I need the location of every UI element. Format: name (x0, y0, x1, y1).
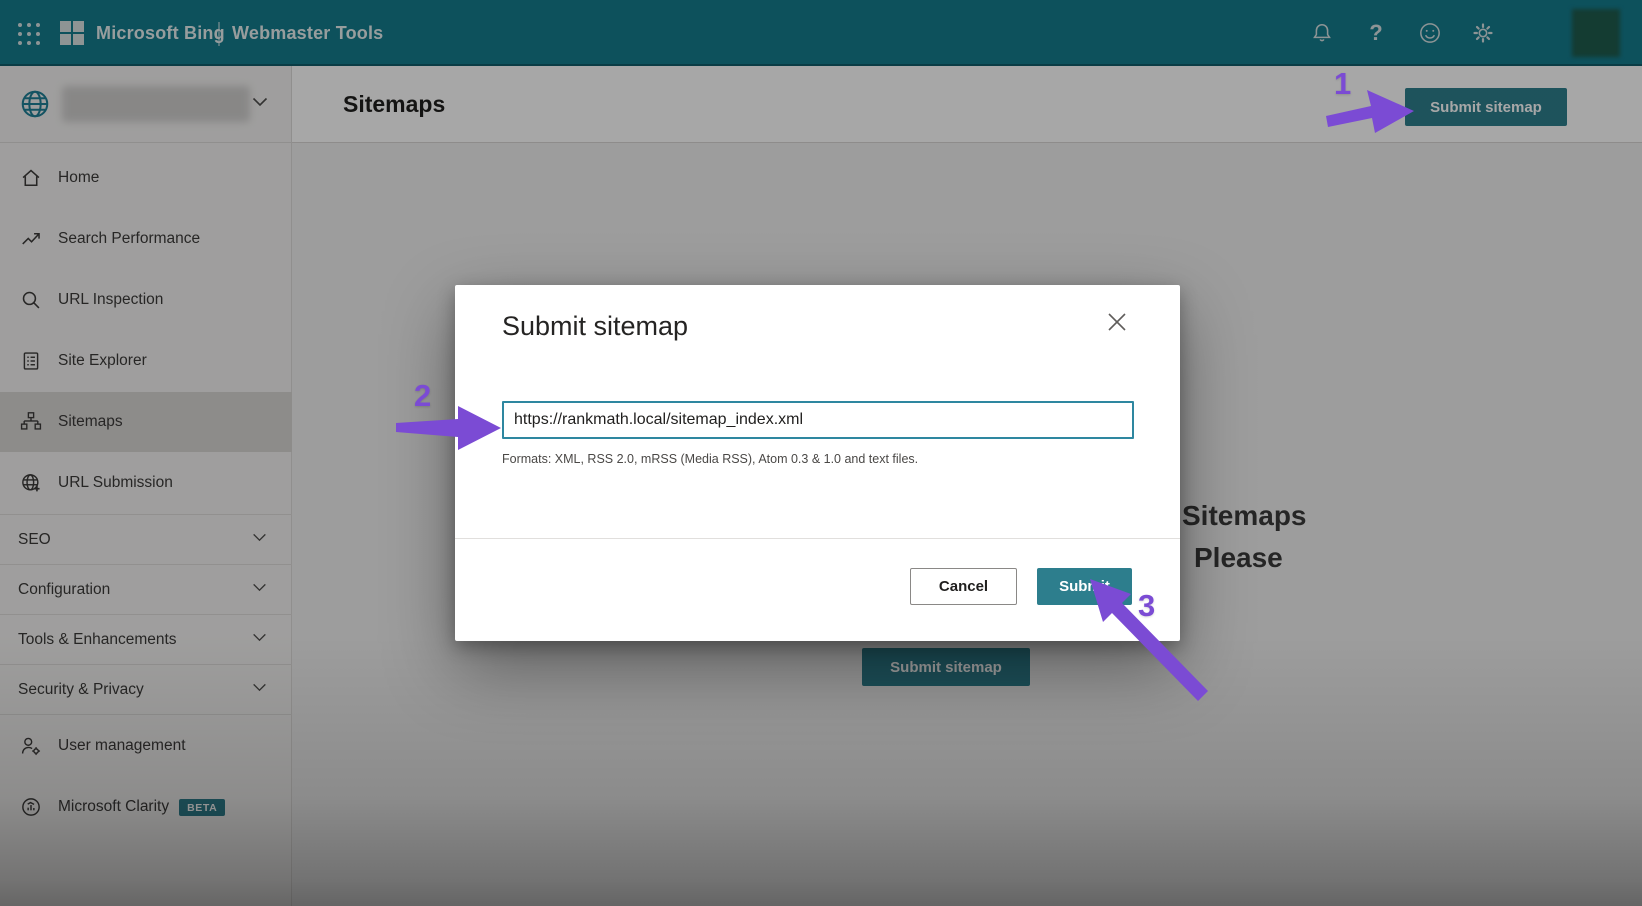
submit-sitemap-dialog: Submit sitemap Formats: XML, RSS 2.0, mR… (455, 285, 1180, 641)
step-number-2: 2 (414, 378, 431, 414)
sitemap-url-input[interactable] (502, 401, 1134, 439)
formats-helper-text: Formats: XML, RSS 2.0, mRSS (Media RSS),… (502, 452, 918, 466)
dialog-footer-divider (455, 538, 1180, 539)
bing-webmaster-tools-app: Microsoft Bing Webmaster Tools ? (0, 0, 1642, 906)
step-number-3: 3 (1138, 588, 1155, 624)
step-number-1: 1 (1334, 66, 1351, 102)
dialog-title: Submit sitemap (502, 311, 688, 342)
cancel-button[interactable]: Cancel (910, 568, 1017, 605)
submit-button[interactable]: Submit (1037, 568, 1132, 605)
close-icon[interactable] (1100, 305, 1134, 339)
